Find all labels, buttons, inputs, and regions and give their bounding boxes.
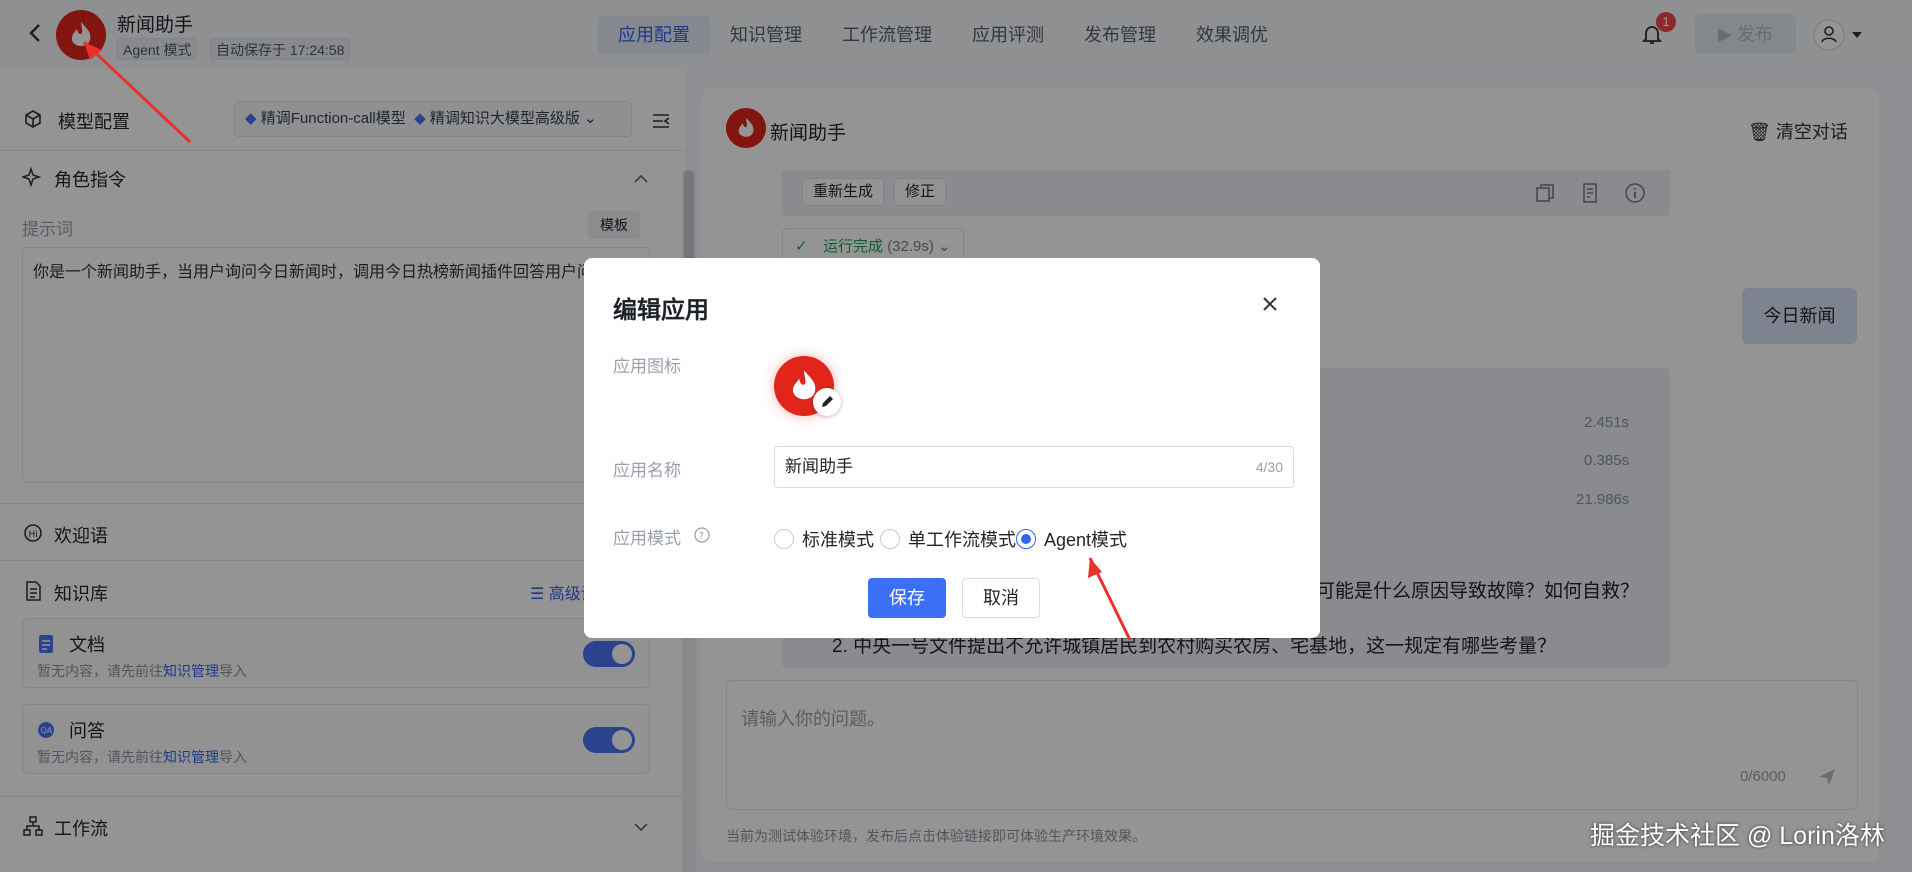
- annotation-arrows: [82, 40, 1132, 641]
